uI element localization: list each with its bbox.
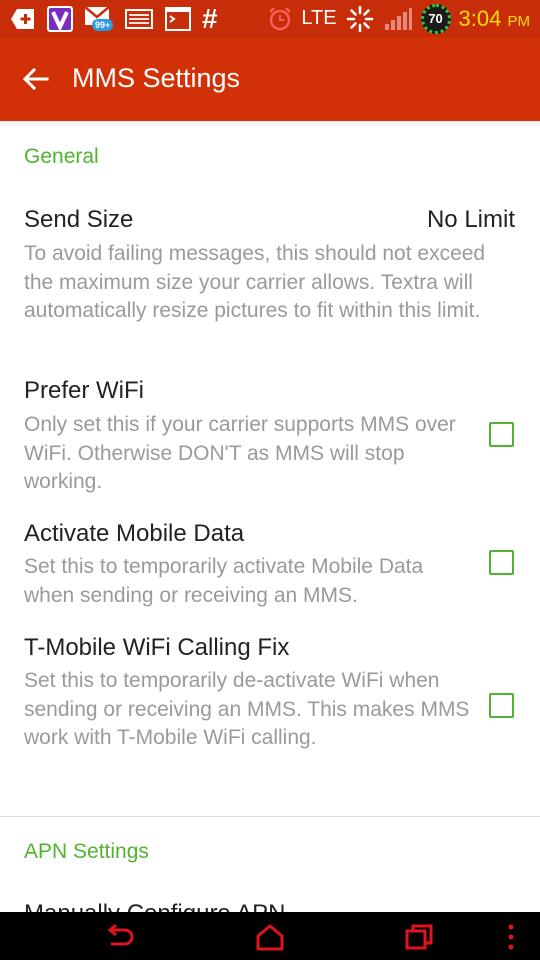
pref-tmobile-wifi-fix-summary: Set this to temporarily de-activate WiFi… bbox=[24, 669, 470, 749]
network-type: LTE bbox=[301, 7, 337, 29]
settings-list[interactable]: General Send Size No Limit To avoid fail… bbox=[0, 121, 540, 912]
pref-send-size-summary: To avoid failing messages, this should n… bbox=[24, 242, 486, 322]
status-bar: 99+ # LTE 70 3:04 PM bbox=[0, 0, 540, 37]
category-general: General bbox=[24, 145, 99, 168]
pref-send-size-value: No Limit bbox=[426, 206, 515, 233]
nav-home-button[interactable] bbox=[255, 922, 285, 952]
system-icons: LTE 70 3:04 PM bbox=[267, 3, 530, 34]
battery-level: 70 bbox=[428, 11, 443, 26]
viber-icon bbox=[47, 5, 73, 32]
activate-mobile-data-checkbox[interactable] bbox=[489, 550, 514, 575]
signal-icon bbox=[384, 7, 412, 30]
gmail-notification: 99+ bbox=[84, 4, 114, 34]
add-icon bbox=[11, 8, 34, 29]
page-title: MMS Settings bbox=[72, 63, 241, 93]
back-icon bbox=[107, 924, 134, 946]
notification-badge: 99+ bbox=[92, 18, 114, 31]
app-bar: MMS Settings bbox=[0, 37, 540, 121]
data-sync-icon bbox=[346, 5, 373, 32]
section-divider bbox=[0, 816, 540, 817]
pref-send-size-title: Send Size bbox=[24, 206, 134, 233]
pref-tmobile-wifi-fix-title: T-Mobile WiFi Calling Fix bbox=[24, 634, 290, 661]
hash-icon: # bbox=[202, 2, 218, 34]
arrow-left-icon bbox=[23, 68, 49, 90]
email-icon bbox=[125, 8, 153, 29]
pref-manual-apn-title: Manually Configure APN bbox=[24, 900, 285, 912]
alarm-icon bbox=[269, 6, 292, 30]
category-apn: APN Settings bbox=[24, 840, 149, 863]
clock: 3:04 PM bbox=[459, 6, 530, 32]
tmobile-wifi-fix-checkbox[interactable] bbox=[489, 693, 514, 718]
terminal-icon bbox=[165, 6, 191, 31]
clock-ampm: PM bbox=[507, 12, 531, 30]
recent-apps-icon bbox=[405, 924, 433, 950]
navigation-bar bbox=[0, 912, 540, 960]
home-icon bbox=[256, 924, 284, 951]
pref-activate-mobile-data-summary: Set this to temporarily activate Mobile … bbox=[24, 555, 424, 607]
clock-time: 3:04 bbox=[458, 5, 502, 31]
nav-back-button[interactable] bbox=[105, 922, 135, 952]
pref-prefer-wifi-title: Prefer WiFi bbox=[24, 377, 144, 404]
pref-activate-mobile-data-title: Activate Mobile Data bbox=[24, 520, 245, 547]
nav-menu-button[interactable] bbox=[496, 922, 526, 952]
back-button[interactable] bbox=[18, 61, 54, 97]
notification-icons: 99+ # bbox=[10, 3, 218, 34]
nav-recent-apps-button[interactable] bbox=[404, 922, 434, 952]
pref-prefer-wifi-summary: Only set this if your carrier supports M… bbox=[24, 413, 456, 493]
menu-icon bbox=[508, 924, 514, 950]
appbar-shadow bbox=[0, 121, 540, 124]
prefer-wifi-checkbox[interactable] bbox=[489, 422, 514, 447]
battery-icon: 70 bbox=[420, 3, 451, 34]
